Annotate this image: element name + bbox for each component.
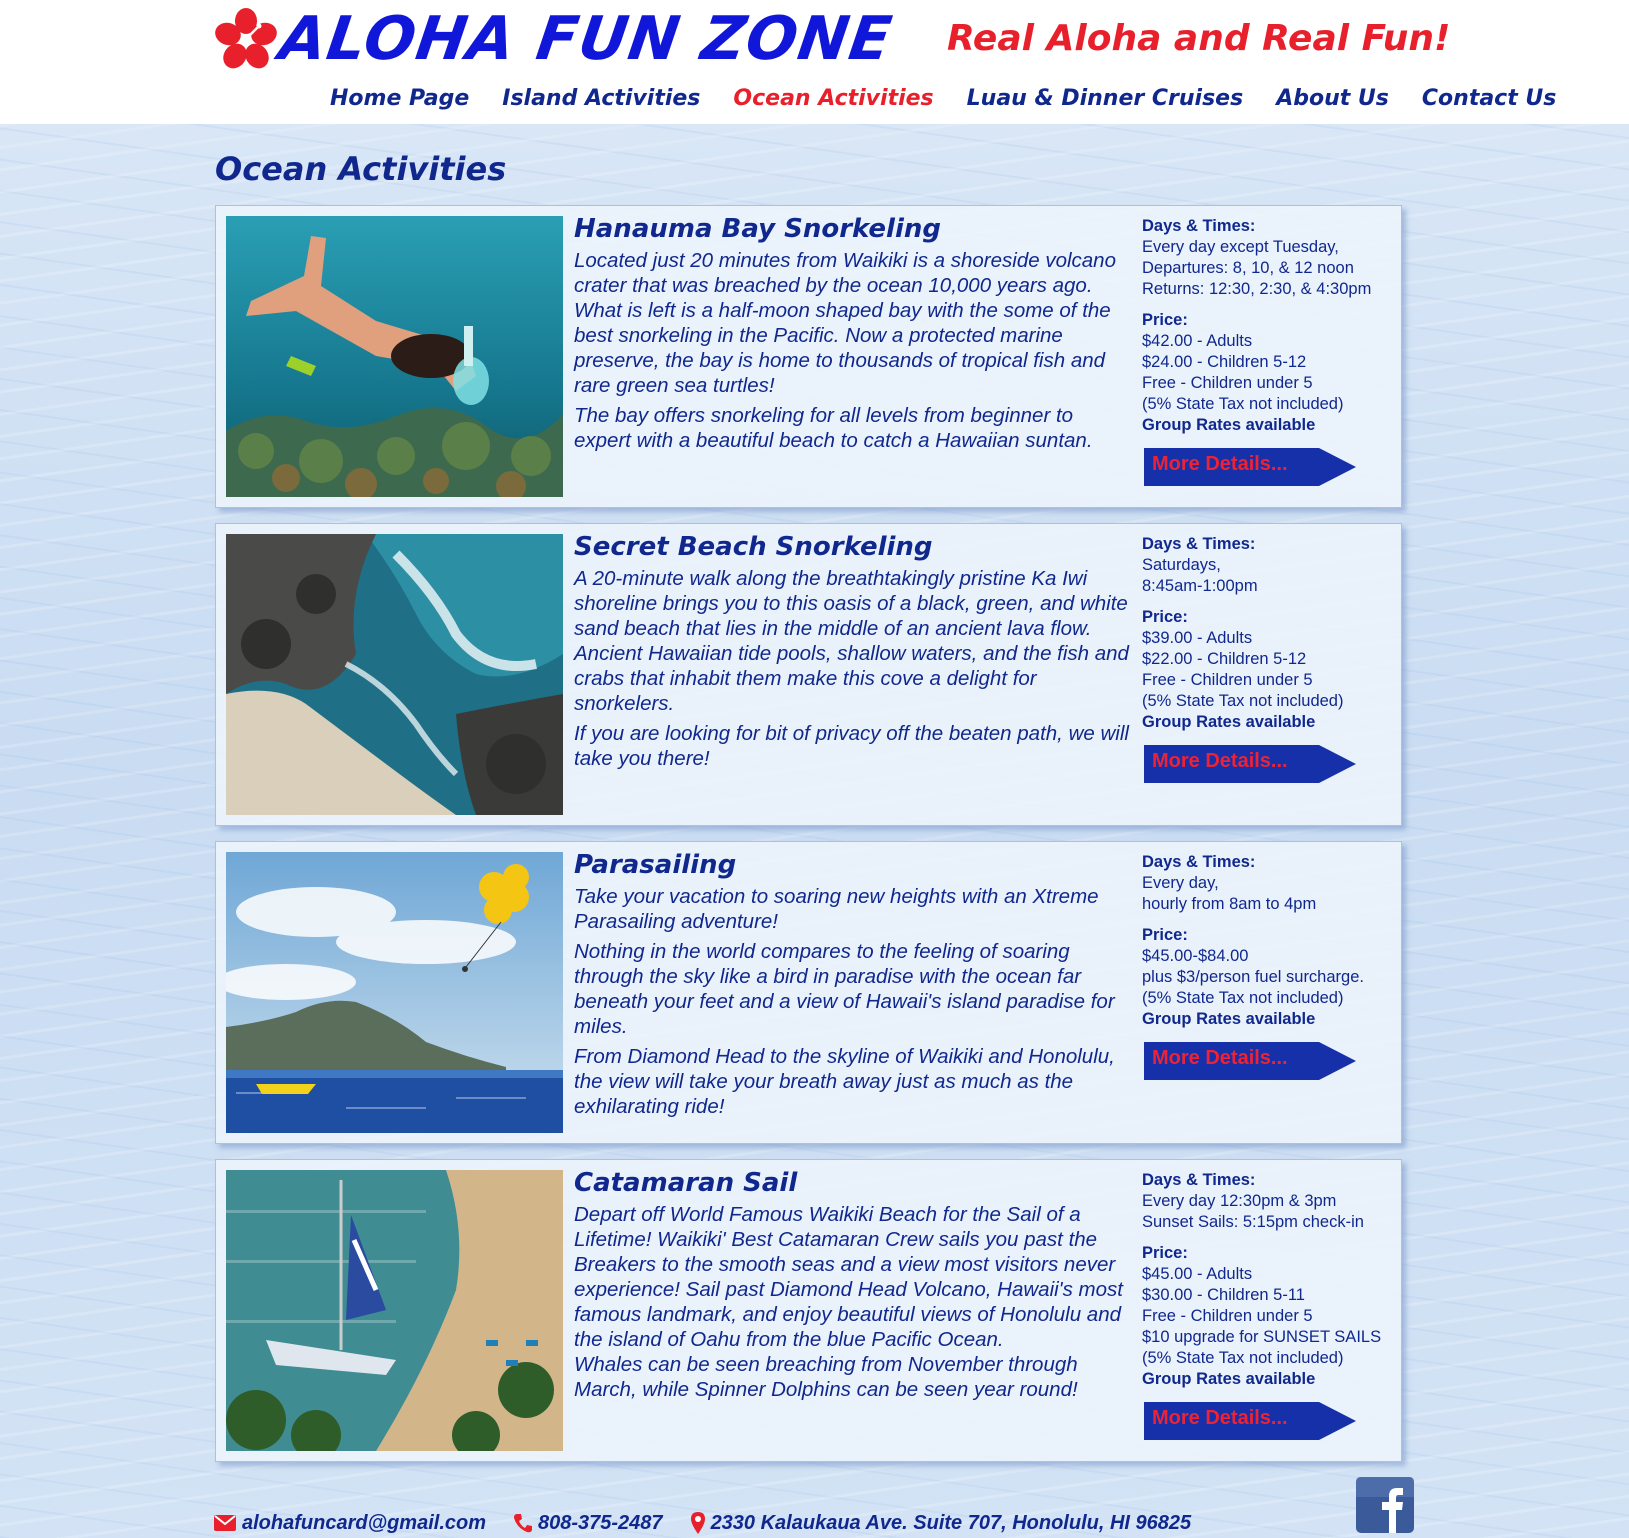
group-rates-note: Group Rates available [1142,1010,1316,1028]
nav-contact-us[interactable]: Contact Us [1422,86,1556,111]
activity-description: Nothing in the world compares to the fee… [574,940,1115,1038]
activity-title: Hanauma Bay Snorkeling [574,214,941,244]
price-label: Price: [1142,1244,1188,1262]
activity-card-secret-beach: Secret Beach Snorkeling A 20-minute walk… [215,523,1402,826]
more-details-button[interactable]: More Details... [1144,448,1356,486]
price-line: $24.00 - Children 5-12 [1142,353,1307,371]
site-logo[interactable]: Aloha Fun Zone [214,4,897,74]
days-times-label: Days & Times: [1142,535,1256,553]
site-header: Aloha Fun Zone Real Aloha and Real Fun! … [0,0,1629,124]
logo-text: Aloha Fun Zone [275,4,897,74]
days-times-label: Days & Times: [1142,853,1256,871]
nav-home-page[interactable]: Home Page [330,86,469,111]
nav-island-activities[interactable]: Island Activities [502,86,700,111]
price-line: $42.00 - Adults [1142,332,1253,350]
days-times-label: Days & Times: [1142,1171,1256,1189]
facebook-icon [1356,1477,1414,1533]
days-times-line: Every day, [1142,874,1219,892]
price-line: $39.00 - Adults [1142,629,1253,647]
days-times-line: 8:45am-1:00pm [1142,577,1258,595]
days-times-line: Sunset Sails: 5:15pm check-in [1142,1213,1364,1231]
activity-photo-snorkeler [226,216,563,497]
more-details-button[interactable]: More Details... [1144,1042,1356,1080]
activity-card-hanauma-bay: Hanauma Bay Snorkeling Located just 20 m… [215,205,1402,508]
activity-description: If you are looking for bit of privacy of… [574,722,1129,770]
days-times-line: Saturdays, [1142,556,1221,574]
footer-email-text: alohafuncard@gmail.com [242,1511,486,1534]
activity-description: From Diamond Head to the skyline of Waik… [574,1045,1115,1118]
activity-description: Depart off World Famous Waikiki Beach fo… [574,1203,1123,1351]
site-footer: alohafuncard@gmail.com 808-375-2487 2330… [214,1508,1219,1538]
price-line: (5% State Tax not included) [1142,989,1344,1007]
price-line: (5% State Tax not included) [1142,692,1344,710]
days-times-line: Departures: 8, 10, & 12 noon [1142,259,1354,277]
activity-description: Take your vacation to soaring new height… [574,885,1099,933]
nav-about-us[interactable]: About Us [1276,86,1389,111]
activity-title: Parasailing [574,850,737,880]
footer-phone[interactable]: 808-375-2487 [514,1512,663,1535]
activity-description: Located just 20 minutes from Waikiki is … [574,249,1116,397]
activity-title: Catamaran Sail [574,1168,798,1198]
group-rates-note: Group Rates available [1142,713,1316,731]
price-line: $45.00-$84.00 [1142,947,1249,965]
price-line: Free - Children under 5 [1142,671,1313,689]
price-line: $45.00 - Adults [1142,1265,1253,1283]
main-nav: Home Page Island Activities Ocean Activi… [330,86,1589,111]
footer-phone-text: 808-375-2487 [538,1511,663,1534]
price-label: Price: [1142,311,1188,329]
price-label: Price: [1142,926,1188,944]
price-line: $30.00 - Children 5-11 [1142,1286,1305,1304]
more-details-label: More Details... [1152,750,1288,772]
days-times-line: hourly from 8am to 4pm [1142,895,1317,913]
page-title: Ocean Activities [215,150,507,188]
price-line: $22.00 - Children 5-12 [1142,650,1307,668]
activity-info: Days & Times: Every day except Tuesday, … [1142,216,1400,486]
price-line: plus $3/person fuel surcharge. [1142,968,1364,986]
days-times-line: Returns: 12:30, 2:30, & 4:30pm [1142,280,1372,298]
nav-ocean-activities[interactable]: Ocean Activities [733,86,933,111]
activity-card-parasailing: Parasailing Take your vacation to soarin… [215,841,1402,1144]
map-pin-icon [690,1512,705,1534]
footer-email[interactable]: alohafuncard@gmail.com [214,1512,486,1535]
envelope-icon [214,1515,236,1531]
price-line: Free - Children under 5 [1142,1307,1313,1325]
phone-icon [514,1514,532,1533]
activity-photo-secret-beach [226,534,563,815]
activity-photo-catamaran [226,1170,563,1451]
days-times-line: Every day except Tuesday, [1142,238,1339,256]
more-details-label: More Details... [1152,453,1288,475]
facebook-link[interactable] [1356,1477,1414,1533]
price-line: (5% State Tax not included) [1142,395,1344,413]
hibiscus-icon [215,8,277,69]
price-line: (5% State Tax not included) [1142,1349,1344,1367]
activity-description: Whales can be seen breaching from Novemb… [574,1353,1078,1401]
tagline: Real Aloha and Real Fun! [947,18,1451,59]
group-rates-note: Group Rates available [1142,416,1316,434]
price-line: Free - Children under 5 [1142,374,1313,392]
activity-description: The bay offers snorkeling for all levels… [574,404,1093,452]
more-details-button[interactable]: More Details... [1144,745,1356,783]
more-details-label: More Details... [1152,1407,1288,1429]
activity-info: Days & Times: Every day, hourly from 8am… [1142,852,1400,1080]
activity-photo-parasailing [226,852,563,1133]
activity-info: Days & Times: Saturdays, 8:45am-1:00pm P… [1142,534,1400,783]
footer-address[interactable]: 2330 Kalaukaua Ave. Suite 707, Honolulu,… [690,1511,1192,1535]
days-times-line: Every day 12:30pm & 3pm [1142,1192,1337,1210]
more-details-button[interactable]: More Details... [1144,1402,1356,1440]
activity-title: Secret Beach Snorkeling [574,532,933,562]
activity-info: Days & Times: Every day 12:30pm & 3pm Su… [1142,1170,1400,1440]
activity-card-catamaran: Catamaran Sail Depart off World Famous W… [215,1159,1402,1462]
price-label: Price: [1142,608,1188,626]
nav-luau-dinner-cruises[interactable]: Luau & Dinner Cruises [967,86,1244,111]
more-details-label: More Details... [1152,1047,1288,1069]
days-times-label: Days & Times: [1142,217,1256,235]
activity-description: A 20-minute walk along the breathtakingl… [574,567,1129,715]
group-rates-note: Group Rates available [1142,1370,1316,1388]
footer-address-text: 2330 Kalaukaua Ave. Suite 707, Honolulu,… [710,1511,1192,1534]
price-line: $10 upgrade for SUNSET SAILS [1142,1328,1382,1346]
